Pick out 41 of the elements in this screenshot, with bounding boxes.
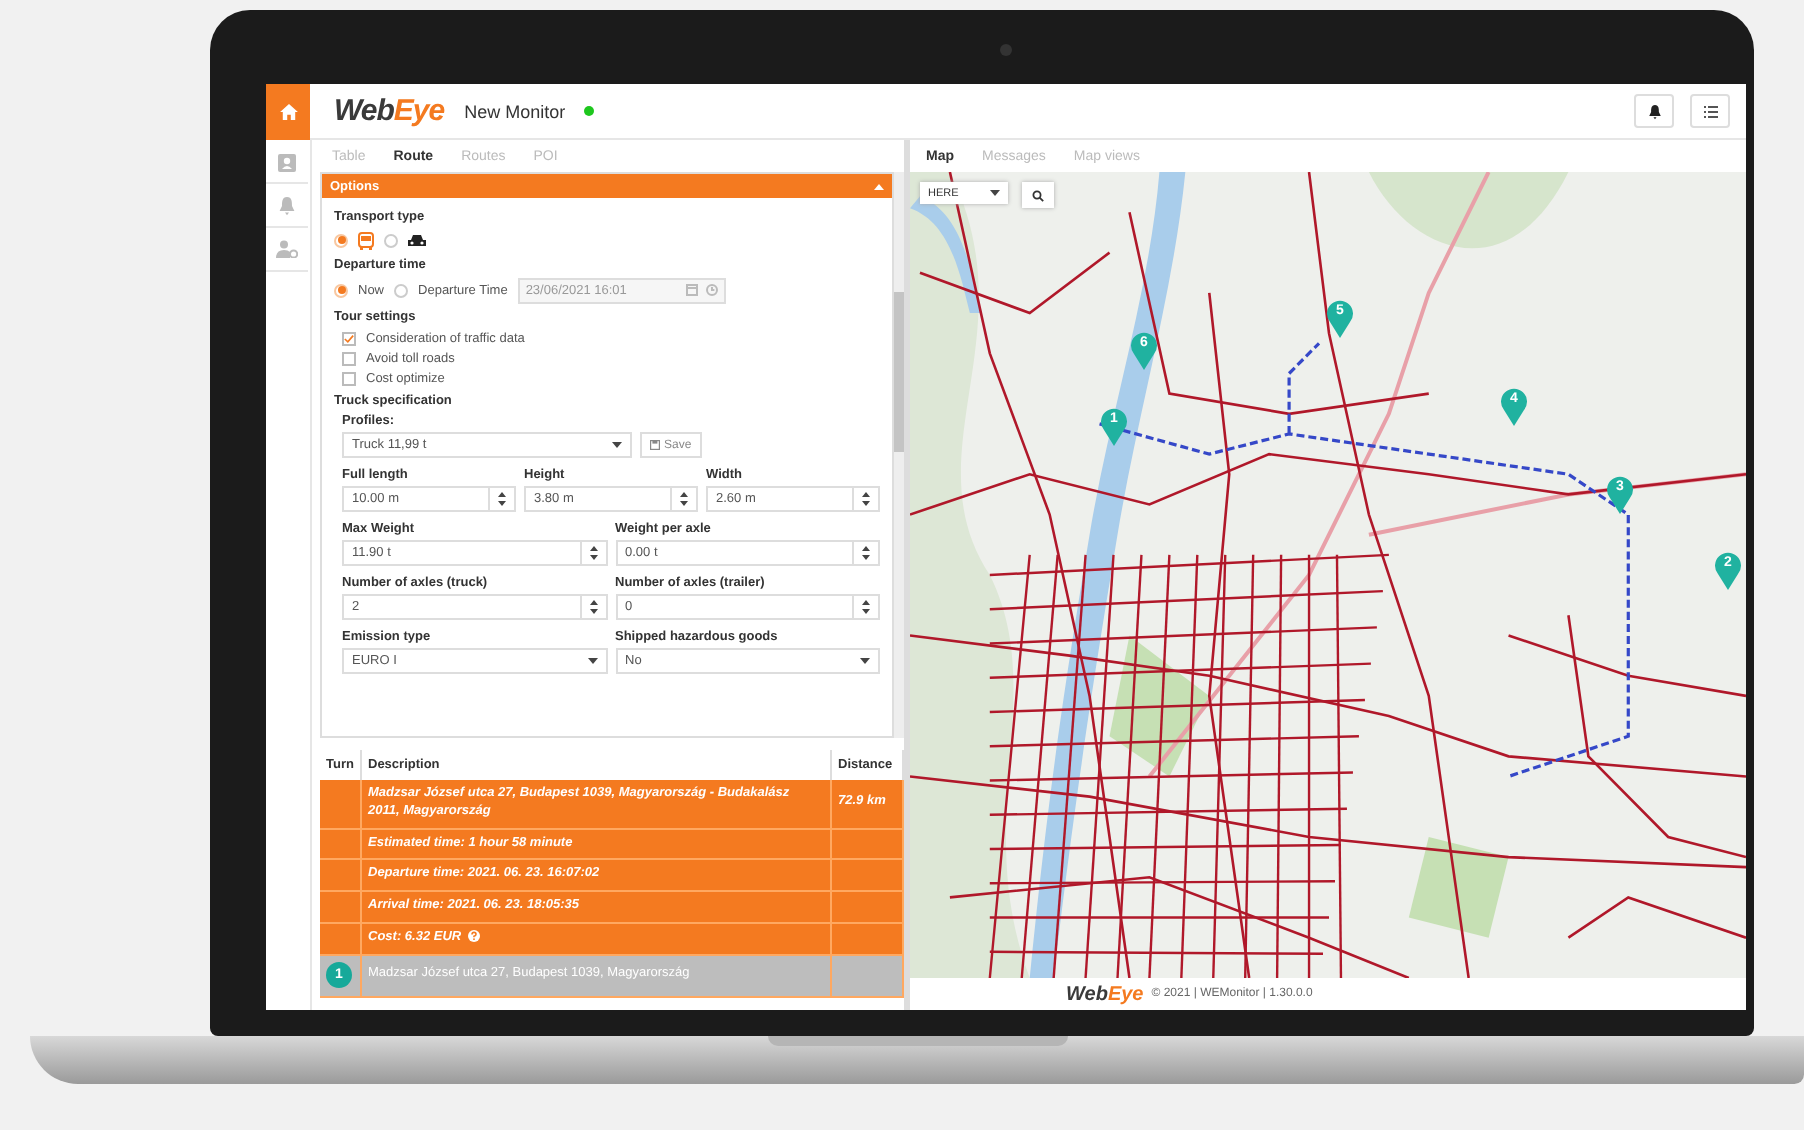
spinner-arrows-icon[interactable] — [862, 492, 870, 506]
scrollbar[interactable] — [894, 172, 904, 738]
bell-icon — [278, 195, 296, 215]
home-button[interactable] — [266, 84, 310, 139]
map-drawing[interactable] — [910, 172, 1746, 978]
camera-dot — [1000, 44, 1012, 56]
radio-button[interactable] — [334, 233, 348, 247]
monitor-title: New Monitor — [464, 101, 566, 121]
list-button[interactable] — [1690, 94, 1730, 128]
bell-icon — [1647, 103, 1661, 119]
notifications-button[interactable] — [1634, 94, 1674, 128]
calendar-icon — [685, 284, 698, 296]
caret-icon — [990, 190, 1000, 196]
contact-card-icon — [278, 151, 296, 171]
radio-button[interactable] — [384, 233, 398, 247]
radio-button[interactable] — [334, 283, 348, 297]
checkbox[interactable] — [342, 331, 356, 345]
spinner-arrows-icon[interactable] — [589, 546, 597, 560]
checkbox[interactable] — [342, 351, 356, 365]
caret-icon — [860, 658, 870, 664]
spinner-arrows-icon[interactable] — [862, 600, 870, 614]
user-gear-icon — [276, 240, 298, 258]
spinner-arrows-icon[interactable] — [498, 492, 506, 506]
list-icon — [1703, 105, 1717, 117]
help-icon[interactable] — [467, 930, 480, 943]
search-icon — [1032, 189, 1044, 201]
footer-logo: WebEye — [1066, 983, 1144, 1005]
spinner-arrows-icon[interactable] — [680, 492, 688, 506]
car-icon — [408, 233, 426, 247]
radio-button[interactable] — [394, 283, 409, 297]
search-button[interactable] — [1022, 182, 1054, 208]
clock-icon — [705, 284, 718, 296]
checkbox[interactable] — [342, 371, 356, 385]
spinner-arrows-icon[interactable] — [862, 546, 870, 560]
bus-icon — [358, 231, 374, 249]
caret-icon — [587, 658, 597, 664]
floppy-disk-icon — [650, 440, 660, 450]
home-icon — [279, 103, 297, 119]
logo: WebEye — [334, 94, 445, 128]
spinner-arrows-icon[interactable] — [589, 600, 597, 614]
caret-icon — [612, 442, 622, 448]
